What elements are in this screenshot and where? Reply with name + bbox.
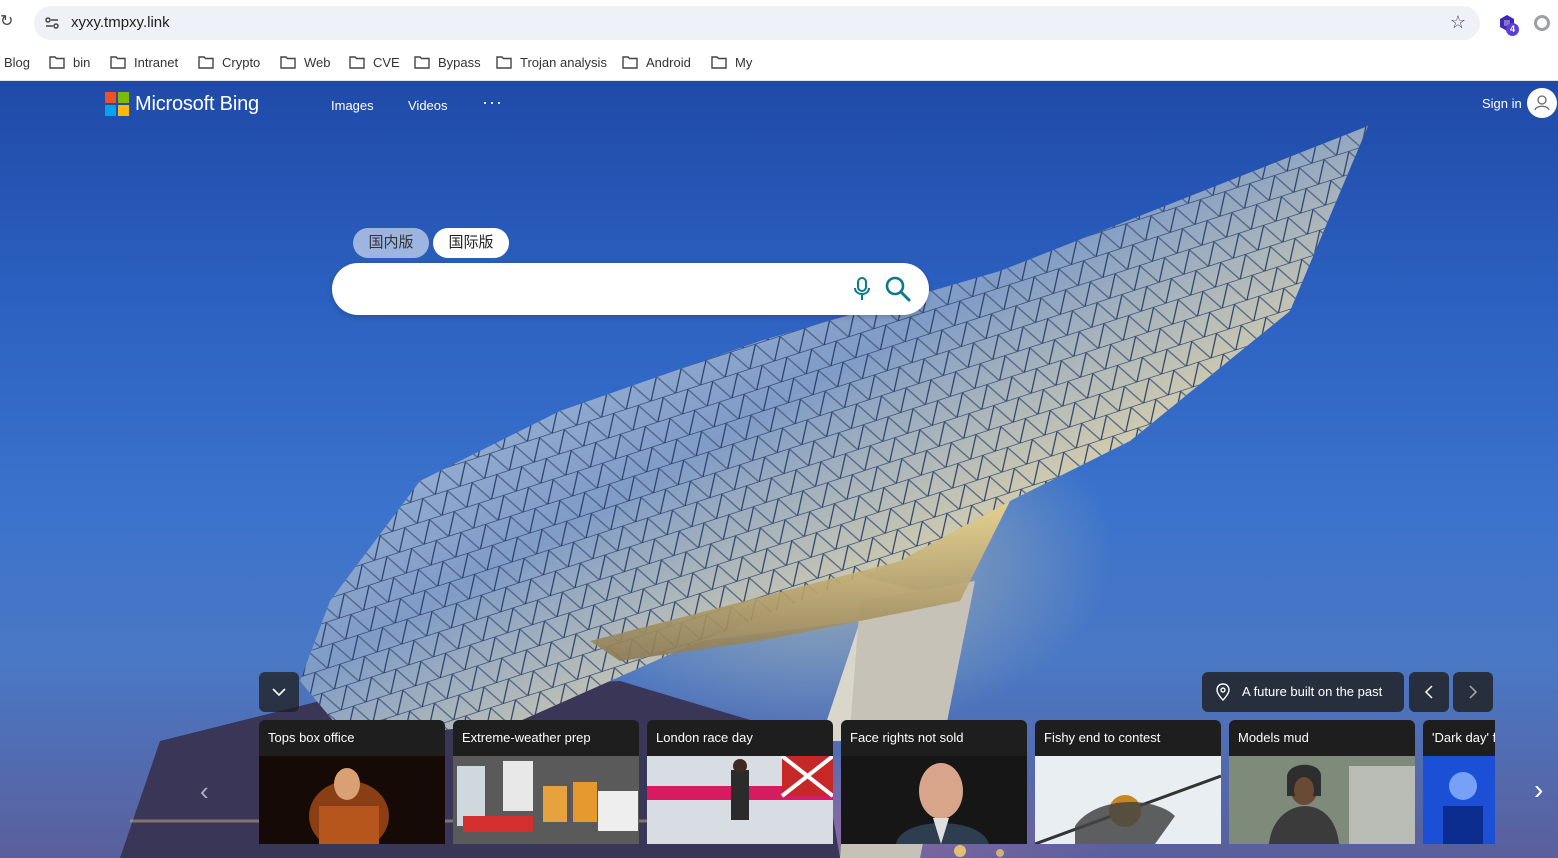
folder-icon	[622, 56, 638, 69]
news-card-thumbnail	[1035, 756, 1221, 844]
folder-icon	[496, 56, 512, 69]
news-card-thumbnail	[647, 756, 833, 844]
bookmark-folder-cve[interactable]: CVE	[349, 53, 400, 71]
news-card-title: Tops box office	[268, 730, 355, 745]
bookmark-folder-trojan-analysis[interactable]: Trojan analysis	[496, 53, 607, 71]
bookmark-folder-web[interactable]: Web	[280, 53, 331, 71]
news-carousel: Tops box office Extreme-weather prep Lon…	[0, 81, 1495, 858]
bookmark-label: Bypass	[438, 54, 481, 70]
bookmark-blog[interactable]: Blog	[4, 53, 30, 71]
profile-icon[interactable]	[1534, 15, 1550, 31]
news-card[interactable]: Tops box office	[259, 720, 445, 844]
news-card-thumbnail	[259, 756, 445, 844]
folder-icon	[414, 56, 430, 69]
news-card[interactable]: 'Dark day' f	[1423, 720, 1495, 844]
carousel-previous-icon[interactable]: ‹	[200, 776, 209, 807]
bookmark-label: Trojan analysis	[520, 54, 607, 70]
folder-icon	[198, 56, 214, 69]
news-card-title: London race day	[656, 730, 753, 745]
news-card-title: Fishy end to contest	[1044, 730, 1161, 745]
bookmark-folder-bypass[interactable]: Bypass	[414, 53, 481, 71]
bookmark-label: Blog	[4, 54, 31, 70]
news-card[interactable]: Face rights not sold	[841, 720, 1027, 844]
news-card-thumbnail	[1229, 756, 1415, 844]
folder-icon	[280, 56, 296, 69]
bookmark-label: Android	[646, 54, 691, 70]
bookmark-label: CVE	[373, 54, 400, 70]
bing-homepage: Microsoft Bing Images Videos ··· Sign in…	[0, 81, 1558, 858]
omnibox[interactable]: xyxy.tmpxy.link ☆	[34, 6, 1480, 40]
news-card-thumbnail	[1423, 756, 1495, 844]
url-text[interactable]: xyxy.tmpxy.link	[71, 14, 170, 31]
address-bar-row: ↻ xyxy.tmpxy.link ☆ 4	[0, 0, 1558, 44]
news-card-title: Models mud	[1238, 730, 1309, 745]
news-card-title: Extreme-weather prep	[462, 730, 591, 745]
bookmark-label: Intranet	[134, 54, 179, 70]
bookmark-folder-intranet[interactable]: Intranet	[110, 53, 178, 71]
bookmark-label: Crypto	[222, 54, 261, 70]
bookmark-label: bin	[73, 54, 91, 70]
news-card-title: Face rights not sold	[850, 730, 964, 745]
folder-icon	[349, 56, 365, 69]
reload-icon[interactable]: ↻	[0, 12, 16, 32]
user-icon	[1534, 95, 1550, 111]
extension-badge: 4	[1506, 23, 1519, 36]
bookmark-folder-bin[interactable]: bin	[49, 53, 90, 71]
news-card[interactable]: Extreme-weather prep	[453, 720, 639, 844]
folder-icon	[711, 56, 727, 69]
news-card[interactable]: Fishy end to contest	[1035, 720, 1221, 844]
news-card-thumbnail	[453, 756, 639, 844]
bookmark-folder-android[interactable]: Android	[622, 53, 691, 71]
bookmark-folder-crypto[interactable]: Crypto	[198, 53, 260, 71]
bookmark-star-icon[interactable]: ☆	[1450, 12, 1466, 33]
news-card-title: 'Dark day' f	[1432, 730, 1495, 745]
avatar[interactable]	[1527, 88, 1557, 118]
news-card[interactable]: London race day	[647, 720, 833, 844]
folder-icon	[110, 56, 126, 69]
bookmarks-bar: Blog bin Intranet Crypto Web CVE Bypass …	[0, 44, 1558, 81]
carousel-next-icon[interactable]: ›	[1534, 774, 1543, 806]
site-info-icon[interactable]	[44, 15, 60, 31]
bookmark-label: My	[735, 54, 753, 70]
bookmark-label: Web	[304, 54, 331, 70]
news-card[interactable]: Models mud	[1229, 720, 1415, 844]
folder-icon	[49, 56, 65, 69]
news-card-thumbnail	[841, 756, 1027, 844]
bookmark-folder-my[interactable]: My	[711, 53, 752, 71]
